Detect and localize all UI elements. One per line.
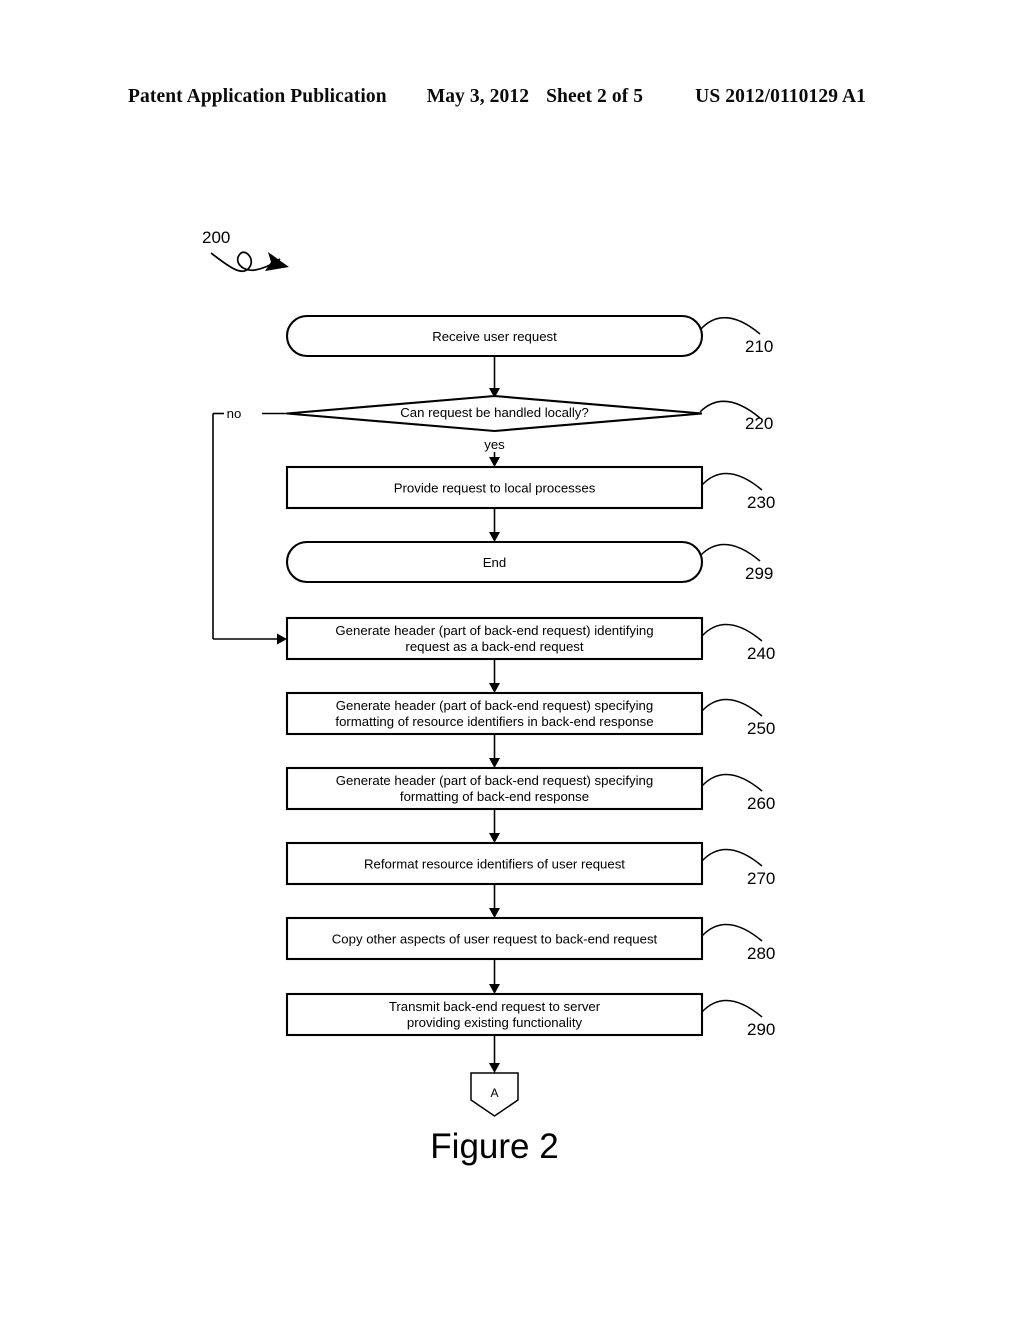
node-transmit-backend-request-line2: providing existing functionality: [407, 1015, 583, 1030]
reference-number-280: 280: [747, 944, 775, 963]
node-provide-request-local-label: Provide request to local processes: [394, 481, 596, 496]
reference-number-270: 270: [747, 869, 775, 888]
node-end-label: End: [483, 555, 506, 570]
edge-label-no: no: [227, 406, 242, 421]
leader-230: [701, 472, 763, 491]
arrowhead-290-to-connector: [489, 1063, 500, 1073]
arrowhead-250-to-260: [489, 758, 500, 768]
node-copy-other-aspects-label: Copy other aspects of user request to ba…: [332, 932, 658, 947]
offpage-connector-a-label: A: [490, 1086, 498, 1100]
arrowhead-270-to-280: [489, 908, 500, 918]
reference-number-260: 260: [747, 794, 775, 813]
node-generate-header-resource-format-line2: formatting of resource identifiers in ba…: [335, 714, 653, 729]
arrowhead-220-to-230: [489, 457, 500, 467]
reference-number-220: 220: [745, 414, 773, 433]
edge-label-yes: yes: [484, 437, 505, 452]
leader-210: [699, 316, 761, 335]
figure-caption: Figure 2: [430, 1127, 558, 1166]
reference-number-250: 250: [747, 719, 775, 738]
leader-290: [701, 999, 763, 1018]
diagram-reference-200: 200: [202, 228, 230, 247]
reference-number-299: 299: [745, 564, 773, 583]
diagram-reference-arrowhead: [265, 252, 289, 271]
node-reformat-resource-identifiers-label: Reformat resource identifiers of user re…: [364, 857, 625, 872]
node-generate-header-resource-format-line1: Generate header (part of back-end reques…: [336, 698, 653, 713]
arrowhead-280-to-290: [489, 984, 500, 994]
node-generate-header-identify-line1: Generate header (part of back-end reques…: [335, 623, 653, 638]
patent-figure-page: Patent Application Publication May 3, 20…: [0, 0, 1024, 1320]
leader-299: [699, 543, 761, 562]
node-decision-handled-locally-label: Can request be handled locally?: [400, 405, 588, 420]
arrowhead-230-to-299: [489, 532, 500, 542]
arrowhead-240-to-250: [489, 683, 500, 693]
reference-number-290: 290: [747, 1020, 775, 1039]
leader-260: [701, 773, 763, 792]
arrowhead-no-to-240: [277, 633, 287, 645]
leader-250: [701, 698, 763, 717]
leader-280: [701, 923, 763, 942]
node-receive-user-request-label: Receive user request: [432, 329, 557, 344]
reference-number-230: 230: [747, 493, 775, 512]
flowchart-canvas: 200 Receive user request 210 Can request…: [202, 228, 775, 1166]
reference-number-240: 240: [747, 644, 775, 663]
node-generate-header-response-format-line2: formatting of back-end response: [400, 789, 589, 804]
leader-270: [701, 848, 763, 867]
node-generate-header-response-format-line1: Generate header (part of back-end reques…: [336, 773, 653, 788]
leader-240: [701, 623, 763, 642]
reference-number-210: 210: [745, 337, 773, 356]
node-transmit-backend-request-line1: Transmit back-end request to server: [389, 999, 601, 1014]
arrowhead-260-to-270: [489, 833, 500, 843]
node-generate-header-identify-line2: request as a back-end request: [405, 639, 583, 654]
